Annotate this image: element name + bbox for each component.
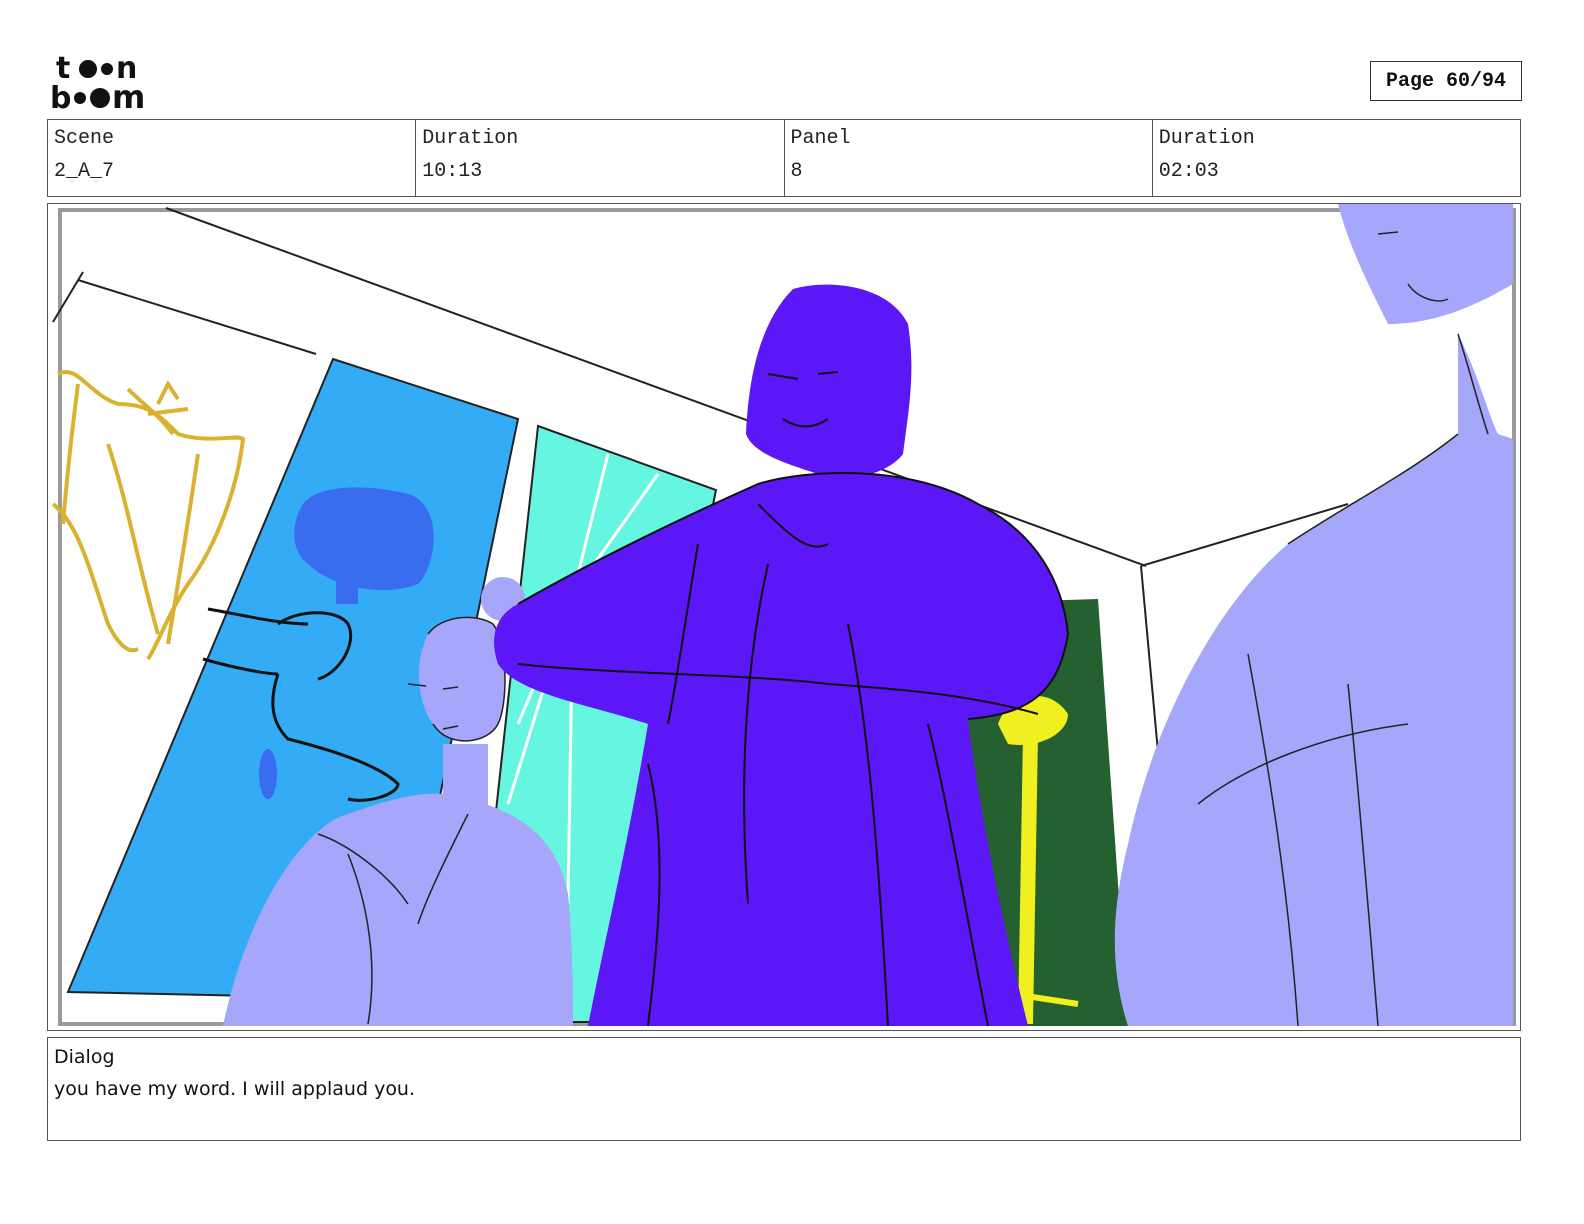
dialog-label: Dialog xyxy=(54,1046,115,1068)
scene-duration-cell: Duration 10:13 xyxy=(416,120,785,196)
toon-boom-logo: t n b m xyxy=(50,50,170,116)
dialog-text: you have my word. I will applaud you. xyxy=(54,1078,416,1100)
scene-duration-value: 10:13 xyxy=(422,160,483,183)
svg-text:m: m xyxy=(112,78,145,116)
scene-cell: Scene 2_A_7 xyxy=(48,120,417,196)
scene-label: Scene xyxy=(54,127,115,150)
panel-value: 8 xyxy=(790,160,803,183)
panel-cell: Panel 8 xyxy=(785,120,1153,196)
page-number: Page 60/94 xyxy=(1370,61,1522,101)
panel-duration-value: 02:03 xyxy=(1158,160,1219,183)
scene-info-row: Scene 2_A_7 Duration 10:13 Panel 8 Durat… xyxy=(47,119,1521,197)
svg-text:b: b xyxy=(50,81,71,116)
dialog-box: Dialog you have my word. I will applaud … xyxy=(47,1037,1521,1141)
scene-value: 2_A_7 xyxy=(54,160,115,183)
panel-duration-label: Duration xyxy=(1158,127,1255,150)
scene-duration-label: Duration xyxy=(422,127,519,150)
panel-label: Panel xyxy=(790,127,851,150)
storyboard-panel-image xyxy=(47,203,1521,1031)
panel-duration-cell: Duration 02:03 xyxy=(1153,120,1520,196)
